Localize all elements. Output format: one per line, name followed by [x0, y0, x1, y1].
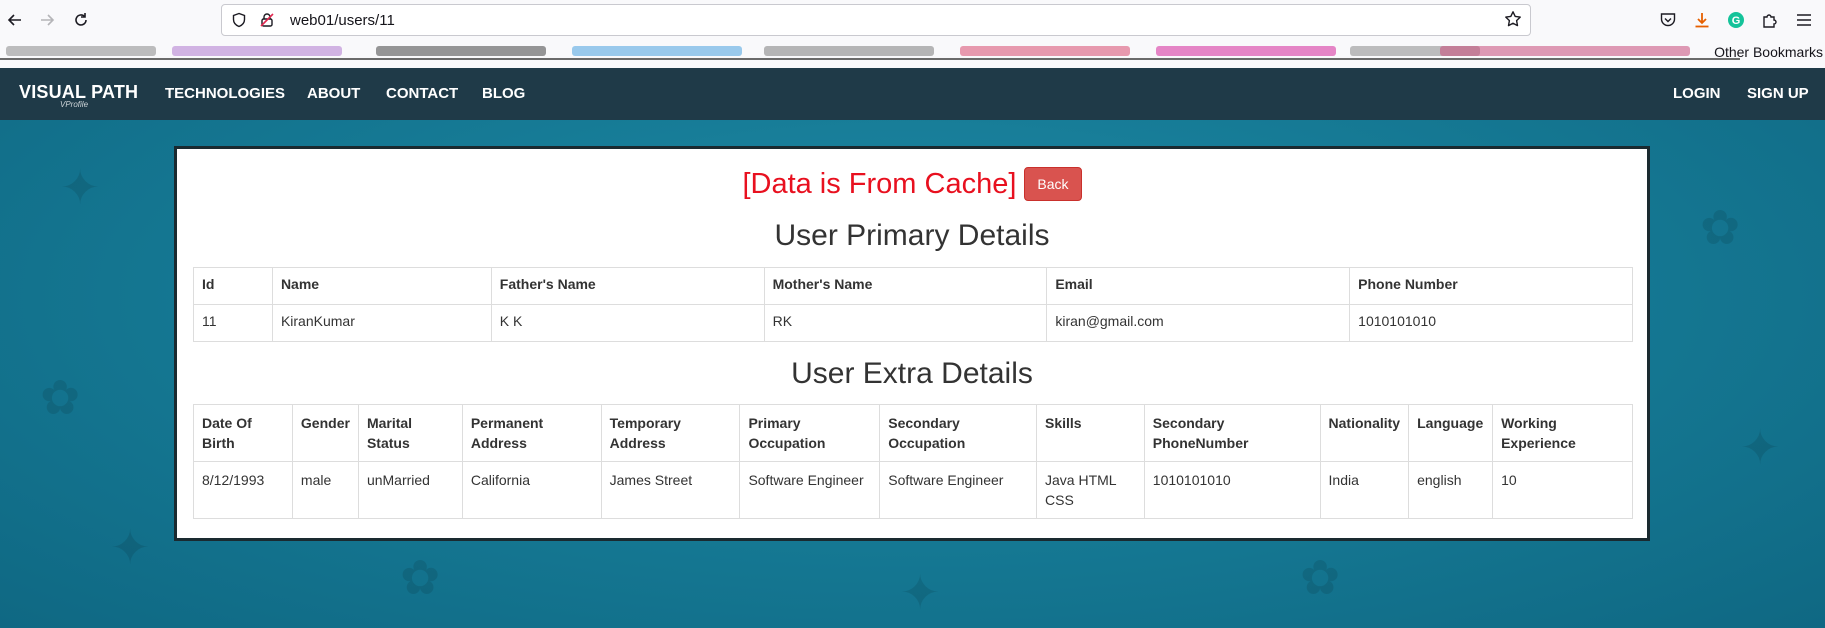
column-header: Father's Name — [490, 267, 765, 305]
background-pattern: ✦ — [110, 522, 151, 575]
column-header: Name — [271, 267, 492, 305]
nav-link-contact[interactable]: CONTACT — [386, 85, 458, 102]
bookmarks-bar: Other Bookmarks — [0, 40, 1825, 68]
table-cell: 10 — [1492, 461, 1633, 519]
bookmark-item[interactable] — [960, 46, 1130, 56]
reload-icon[interactable] — [66, 5, 96, 35]
bookmark-item[interactable] — [1156, 46, 1336, 56]
background-pattern: ✦ — [60, 162, 101, 215]
extra-details-table: Date Of Birth Gender Marital Status Perm… — [193, 404, 1633, 519]
nav-link-about[interactable]: ABOUT — [307, 85, 360, 102]
url-text[interactable]: web01/users/11 — [290, 12, 395, 29]
background-pattern: ✿ — [1700, 202, 1741, 255]
svg-text:G: G — [1732, 15, 1741, 27]
table-header-row: Id Name Father's Name Mother's Name Emai… — [193, 267, 1633, 305]
table-cell: unMarried — [357, 461, 463, 519]
background-pattern: ✿ — [1300, 552, 1341, 605]
bookmarks-divider — [0, 58, 1740, 60]
primary-details-title: User Primary Details — [774, 219, 1050, 252]
background-pattern: ✿ — [400, 552, 441, 605]
table-row: 11 KiranKumar K K RK kiran@gmail.com 101… — [193, 304, 1633, 342]
nav-link-signup[interactable]: SIGN UP — [1747, 85, 1809, 102]
nav-link-blog[interactable]: BLOG — [482, 85, 525, 102]
table-cell: 1010101010 — [1143, 461, 1321, 519]
url-bar[interactable]: web01/users/11 — [221, 4, 1531, 36]
column-header: Email — [1046, 267, 1351, 305]
bookmark-item[interactable] — [1440, 46, 1690, 56]
table-cell: India — [1319, 461, 1410, 519]
insecure-lock-icon[interactable] — [256, 12, 278, 28]
cache-status-message: [Data is From Cache] — [742, 167, 1017, 200]
bookmark-item[interactable] — [572, 46, 742, 56]
table-cell: K K — [490, 304, 765, 342]
download-icon[interactable] — [1691, 9, 1713, 31]
table-cell: RK — [763, 304, 1048, 342]
column-header: Language — [1408, 404, 1494, 462]
column-header: Nationality — [1319, 404, 1410, 462]
back-arrow-icon[interactable] — [0, 5, 30, 35]
background-pattern: ✦ — [1740, 422, 1781, 475]
pocket-icon[interactable] — [1657, 9, 1679, 31]
back-button[interactable]: Back — [1024, 167, 1082, 201]
column-header: Secondary Occupation — [879, 404, 1037, 462]
user-details-card: [Data is From Cache] Back User Primary D… — [174, 146, 1650, 541]
bookmark-item[interactable] — [376, 46, 546, 56]
table-cell: KiranKumar — [271, 304, 492, 342]
column-header: Skills — [1036, 404, 1145, 462]
grammarly-extension-icon[interactable]: G — [1725, 9, 1747, 31]
bookmark-item[interactable] — [6, 46, 156, 56]
column-header: Mother's Name — [763, 267, 1048, 305]
nav-link-technologies[interactable]: TECHNOLOGIES — [165, 85, 285, 102]
table-cell: male — [291, 461, 359, 519]
column-header: Temporary Address — [600, 404, 741, 462]
browser-toolbar: web01/users/11 G — [0, 0, 1825, 40]
table-cell: Software Engineer — [739, 461, 881, 519]
hamburger-menu-icon[interactable] — [1793, 9, 1815, 31]
brand-subtitle: VProfile — [60, 100, 89, 109]
background-pattern: ✦ — [900, 567, 941, 620]
primary-details-table: Id Name Father's Name Mother's Name Emai… — [193, 267, 1633, 342]
extensions-puzzle-icon[interactable] — [1759, 9, 1781, 31]
background-pattern: ✿ — [40, 372, 81, 425]
column-header: Id — [193, 267, 273, 305]
column-header: Permanent Address — [461, 404, 602, 462]
table-cell: 1010101010 — [1349, 304, 1633, 342]
column-header: Primary Occupation — [739, 404, 881, 462]
table-cell: 8/12/1993 — [193, 461, 293, 519]
bookmark-item[interactable] — [172, 46, 342, 56]
nav-link-login[interactable]: LOGIN — [1673, 85, 1721, 102]
column-header: Date Of Birth — [193, 404, 293, 462]
table-cell: California — [461, 461, 602, 519]
table-row: 8/12/1993 male unMarried California Jame… — [193, 461, 1633, 519]
table-cell: Software Engineer — [879, 461, 1037, 519]
forward-arrow-icon[interactable] — [32, 5, 62, 35]
bookmark-item[interactable] — [764, 46, 934, 56]
column-header: Gender — [291, 404, 359, 462]
column-header: Working Experience — [1492, 404, 1633, 462]
shield-icon[interactable] — [228, 12, 250, 28]
bookmark-star-icon[interactable] — [1504, 10, 1522, 33]
table-header-row: Date Of Birth Gender Marital Status Perm… — [193, 404, 1633, 462]
extra-details-title: User Extra Details — [791, 357, 1033, 390]
table-cell: 11 — [193, 304, 273, 342]
table-cell: kiran@gmail.com — [1046, 304, 1351, 342]
table-cell: english — [1408, 461, 1494, 519]
table-cell: James Street — [600, 461, 741, 519]
site-navbar: VISUAL PATH VProfile TECHNOLOGIES ABOUT … — [0, 68, 1825, 120]
column-header: Phone Number — [1349, 267, 1633, 305]
column-header: Secondary PhoneNumber — [1143, 404, 1321, 462]
column-header: Marital Status — [357, 404, 463, 462]
table-cell: Java HTML CSS — [1036, 461, 1145, 519]
